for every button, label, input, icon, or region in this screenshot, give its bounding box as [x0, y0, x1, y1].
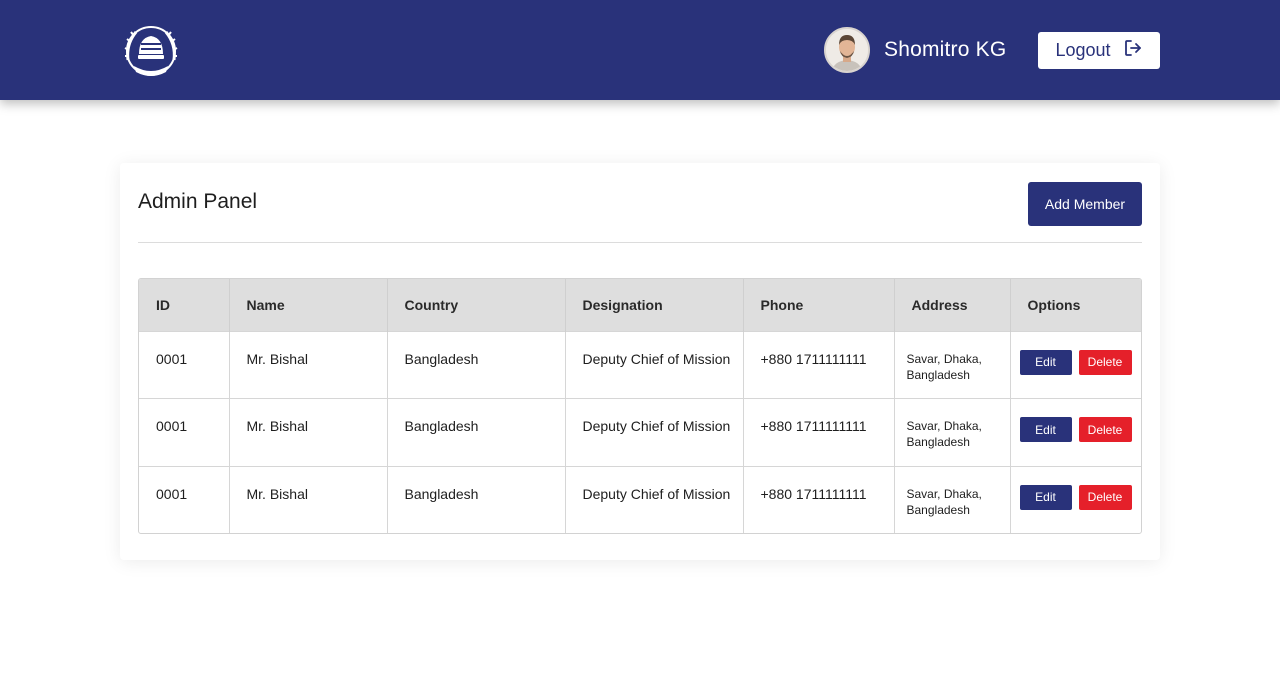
top-header: Shomitro KG Logout	[0, 0, 1280, 100]
cell-designation: Deputy Chief of Mission	[565, 331, 744, 399]
cell-country: Bangladesh	[387, 331, 566, 399]
add-member-button[interactable]: Add Member	[1028, 182, 1142, 226]
cell-name: Mr. Bishal	[229, 331, 388, 399]
police-emblem-icon[interactable]	[120, 20, 182, 82]
address-line: Bangladesh	[906, 435, 970, 449]
table-row: 0001 Mr. Bishal Bangladesh Deputy Chief …	[139, 466, 1141, 533]
logout-button[interactable]: Logout	[1038, 32, 1160, 69]
cell-name: Mr. Bishal	[229, 466, 388, 533]
edit-button[interactable]: Edit	[1019, 349, 1072, 375]
page-title: Admin Panel	[138, 190, 258, 213]
address-line: Savar, Dhaka,	[906, 486, 982, 501]
edit-button[interactable]: Edit	[1019, 484, 1072, 510]
cell-phone: +880 1711111111	[743, 466, 895, 533]
cell-address: Savar, Dhaka, Bangladesh	[894, 331, 1011, 399]
table-header-row: ID Name Country Designation Phone Addres…	[139, 279, 1141, 331]
column-header-country[interactable]: Country	[387, 279, 566, 331]
logout-icon	[1123, 38, 1143, 63]
table-row: 0001 Mr. Bishal Bangladesh Deputy Chief …	[139, 398, 1141, 467]
cell-address: Savar, Dhaka, Bangladesh	[894, 466, 1011, 533]
cell-designation: Deputy Chief of Mission	[565, 466, 744, 533]
column-header-id[interactable]: ID	[139, 279, 230, 331]
address-line: Bangladesh	[906, 367, 970, 382]
logout-label: Logout	[1055, 40, 1111, 60]
column-header-address[interactable]: Address	[894, 279, 1011, 331]
edit-button[interactable]: Edit	[1019, 417, 1072, 442]
admin-panel-card: Admin Panel Add Member ID Name Country D…	[120, 163, 1160, 560]
cell-options: Edit Delete	[1010, 466, 1141, 533]
table-row: 0001 Mr. Bishal Bangladesh Deputy Chief …	[139, 331, 1141, 399]
cell-options: Edit Delete	[1010, 399, 1141, 467]
cell-designation: Deputy Chief of Mission	[565, 398, 744, 466]
user-profile[interactable]: Shomitro KG	[824, 26, 1006, 74]
address-line: Savar, Dhaka,	[906, 419, 982, 433]
column-header-phone[interactable]: Phone	[743, 279, 895, 331]
delete-button[interactable]: Delete	[1078, 484, 1132, 510]
column-header-options: Options	[1027, 296, 1081, 313]
cell-id: 0001	[139, 331, 230, 399]
user-name: Shomitro KG	[884, 38, 1007, 61]
cell-address: Savar, Dhaka, Bangladesh	[894, 398, 1011, 466]
delete-button[interactable]: Delete	[1078, 349, 1132, 375]
cell-country: Bangladesh	[387, 466, 566, 533]
column-header-name[interactable]: Name	[229, 279, 388, 331]
members-table: ID Name Country Designation Phone Addres…	[138, 278, 1142, 534]
cell-id: 0001	[139, 398, 230, 466]
delete-button[interactable]: Delete	[1078, 417, 1132, 442]
address-line: Bangladesh	[906, 502, 970, 517]
cell-options: Edit Delete	[1010, 331, 1141, 399]
user-avatar[interactable]	[824, 27, 870, 73]
column-header-designation[interactable]: Designation	[565, 279, 744, 331]
cell-name: Mr. Bishal	[229, 398, 388, 466]
cell-country: Bangladesh	[387, 398, 566, 466]
address-line: Savar, Dhaka,	[906, 351, 982, 366]
divider	[138, 242, 1142, 243]
cell-id: 0001	[139, 466, 230, 533]
cell-phone: +880 1711111111	[743, 398, 895, 466]
cell-phone: +880 1711111111	[743, 331, 895, 399]
